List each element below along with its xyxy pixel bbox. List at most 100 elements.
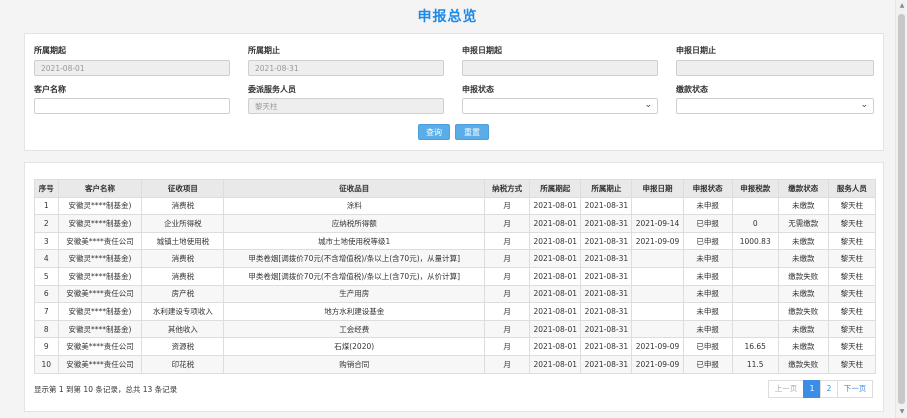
table-cell: 黎天柱 xyxy=(827,266,877,286)
customer-input[interactable] xyxy=(34,98,230,114)
table-cell: 2021-08-31 xyxy=(580,337,633,356)
reset-button[interactable]: 重置 xyxy=(455,124,489,140)
table-row[interactable]: 9 安徽美****责任公司 资源税 石煤(2020) 月 2021-08-01 2021-0… xyxy=(34,337,877,356)
prev-page-button[interactable]: 上一页 xyxy=(768,380,804,398)
table-cell: 资源税 xyxy=(141,337,225,356)
table-cell: 2021-08-31 xyxy=(580,196,633,216)
table-cell: 黎天柱 xyxy=(827,354,877,374)
page-scrollbar[interactable]: ▲ ▼ xyxy=(895,0,907,418)
declare-status-select[interactable]: ⌄ xyxy=(462,98,658,114)
pay-status-label: 缴款状态 xyxy=(676,85,708,94)
table-cell: 安徽灵****制基金) xyxy=(57,196,143,216)
table-cell: 其他收入 xyxy=(141,319,225,339)
table-cell: 无需缴款 xyxy=(777,214,829,233)
table-cell: 2021-08-31 xyxy=(580,266,633,286)
table-row[interactable]: 7 安徽灵****制基金) 水利建设专项收入 地方水利建设基金月 2021-08-01 2… xyxy=(34,302,877,321)
page-2-button[interactable]: 2 xyxy=(820,380,838,398)
col-header[interactable]: 服务人员 xyxy=(827,179,877,198)
col-header[interactable]: 缴款状态 xyxy=(777,179,829,198)
table-cell: 1000.83 xyxy=(731,231,779,251)
table-cell: 2021-08-01 xyxy=(529,214,582,233)
table-cell: 黎天柱 xyxy=(827,284,877,304)
col-header[interactable]: 客户名称 xyxy=(57,179,143,198)
table-cell: 2021-08-31 xyxy=(580,302,633,321)
table-cell: 未缴款 xyxy=(777,337,829,356)
table-cell: 0 xyxy=(731,214,779,233)
period-end-input[interactable]: 2021-08-31 xyxy=(248,60,444,76)
scroll-thumb[interactable] xyxy=(898,14,905,404)
declare-end-input[interactable] xyxy=(676,60,874,76)
table-cell: 2021-08-31 xyxy=(580,214,633,233)
table-cell: 生产用房 xyxy=(223,284,486,304)
customer-label: 客户名称 xyxy=(34,85,66,94)
table-cell: 购销合同 xyxy=(223,354,486,374)
col-header[interactable]: 征收项目 xyxy=(141,179,225,198)
table-cell: 黎天柱 xyxy=(827,302,877,321)
declare-start-input[interactable] xyxy=(462,60,658,76)
table-cell xyxy=(631,196,684,216)
table-cell: 已申报 xyxy=(682,354,733,374)
table-cell: 安徽美****责任公司 xyxy=(57,354,143,374)
col-header[interactable]: 征收品目 xyxy=(223,179,486,198)
table-cell: 工会经费 xyxy=(223,319,486,339)
table-cell: 月 xyxy=(484,354,531,374)
table-cell xyxy=(731,284,779,304)
table-cell: 涂料 xyxy=(223,196,486,216)
table-row[interactable]: 8 安徽灵****制基金) 其他收入 工会经费月 2021-08-01 2021-08-3… xyxy=(34,319,877,339)
table-cell: 黎天柱 xyxy=(827,196,877,216)
agent-input[interactable]: 黎天柱 xyxy=(248,98,444,114)
table-cell xyxy=(731,266,779,286)
table-cell: 7 xyxy=(34,302,59,321)
table-cell: 安徽灵****制基金) xyxy=(57,319,143,339)
declare-end-label: 申报日期止 xyxy=(676,46,716,55)
chevron-down-icon: ⌄ xyxy=(644,100,652,110)
page-1-button[interactable]: 1 xyxy=(803,380,821,398)
next-page-button[interactable]: 下一页 xyxy=(837,380,873,398)
table-row[interactable]: 4 安徽灵****制基金) 消费税 甲类卷烟[调拨价70元(不含增值税)/条以上(含7… xyxy=(34,249,877,268)
table-row[interactable]: 1 安徽灵****制基金) 消费税 涂料月 2021-08-01 2021-08-31 未申… xyxy=(34,196,877,216)
table-cell: 2021-08-01 xyxy=(529,354,582,374)
table-row[interactable]: 10 安徽美****责任公司 印花税 购销合同月 2021-08-01 2021-08-3… xyxy=(34,354,877,374)
table-cell: 未申报 xyxy=(682,302,733,321)
table-row[interactable]: 3 安徽美****责任公司 城镇土地使用税 城市土地使用税等级1 月 2021-08-01… xyxy=(34,231,877,251)
table-cell: 2021-08-31 xyxy=(580,354,633,374)
table-body: 1 安徽灵****制基金) 消费税 涂料月 2021-08-01 2021-08-31 未申… xyxy=(34,196,877,374)
table-cell: 安徽灵****制基金) xyxy=(57,249,143,268)
scroll-up-icon[interactable]: ▲ xyxy=(896,0,907,12)
period-start-input[interactable]: 2021-08-01 xyxy=(34,60,230,76)
table-cell xyxy=(731,196,779,216)
table-row[interactable]: 2 安徽灵****制基金) 企业所得税 应纳税所得额月 2021-08-01 2021-0… xyxy=(34,214,877,233)
col-header[interactable]: 纳税方式 xyxy=(484,179,531,198)
table-cell xyxy=(631,284,684,304)
table-cell: 黎天柱 xyxy=(827,249,877,268)
table-row[interactable]: 6 安徽美****责任公司 房产税 生产用房月 2021-08-01 2021-08-31… xyxy=(34,284,877,304)
table-cell: 月 xyxy=(484,231,531,251)
table-cell: 2021-08-01 xyxy=(529,249,582,268)
col-header[interactable]: 所属期止 xyxy=(580,179,633,198)
table-cell: 2021-08-01 xyxy=(529,231,582,251)
col-header[interactable]: 申报状态 xyxy=(682,179,733,198)
col-header[interactable]: 所属期起 xyxy=(529,179,582,198)
query-button[interactable]: 查询 xyxy=(418,124,450,140)
table-cell: 企业所得税 xyxy=(141,214,225,233)
pay-status-select[interactable]: ⌄ xyxy=(676,98,874,114)
table-cell: 3 xyxy=(34,231,59,251)
table-cell: 月 xyxy=(484,214,531,233)
table-row[interactable]: 5 安徽灵****制基金) 消费税 甲类卷烟[调拨价70元(不含增值税)/条以上(含7… xyxy=(34,266,877,286)
table-cell: 未申报 xyxy=(682,319,733,339)
col-header[interactable]: 申报日期 xyxy=(631,179,684,198)
table-cell: 黎天柱 xyxy=(827,337,877,356)
table-cell: 2021-08-01 xyxy=(529,196,582,216)
table-cell xyxy=(631,249,684,268)
table-cell: 未申报 xyxy=(682,196,733,216)
table-cell xyxy=(731,319,779,339)
table-cell: 应纳税所得额 xyxy=(223,214,486,233)
table-cell: 5 xyxy=(34,266,59,286)
col-header[interactable]: 序号 xyxy=(34,179,59,198)
table-cell: 已申报 xyxy=(682,231,733,251)
declare-start-label: 申报日期起 xyxy=(462,46,502,55)
scroll-down-icon[interactable]: ▼ xyxy=(896,406,907,418)
col-header[interactable]: 申报税款 xyxy=(731,179,779,198)
table-cell: 1 xyxy=(34,196,59,216)
table-cell xyxy=(631,266,684,286)
